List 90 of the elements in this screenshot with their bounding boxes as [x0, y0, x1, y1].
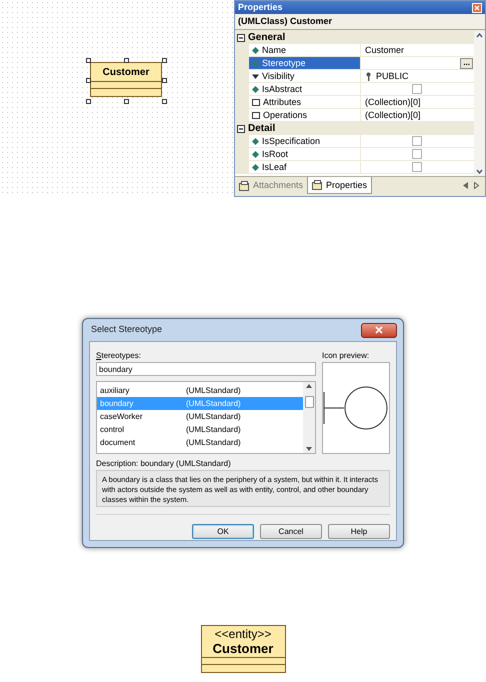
item-name: document — [100, 436, 136, 448]
list-item[interactable]: document (UMLStandard) — [97, 436, 303, 449]
property-value: (Collection)[0] — [364, 96, 421, 108]
property-name: Visibility — [262, 70, 294, 82]
panel-tab[interactable]: Properties — [307, 177, 372, 194]
object-header: (UMLClass) Customer — [235, 14, 485, 30]
tab-right-icon[interactable] — [474, 182, 479, 189]
property-row[interactable]: IsRoot — [235, 148, 474, 161]
scroll-up-icon[interactable] — [475, 31, 484, 40]
resize-handle[interactable] — [162, 99, 167, 104]
stereotype-list[interactable]: auxiliary (UMLStandard) boundary (UMLStandard) caseWorker (UMLStandard) control (UMLStandard) document (UMLStandard) — [96, 381, 316, 454]
triangle-icon — [252, 72, 259, 80]
checkbox[interactable] — [412, 162, 422, 172]
class-name: Customer — [212, 641, 274, 656]
scroll-down-icon[interactable] — [306, 447, 312, 451]
list-item[interactable]: control (UMLStandard) — [97, 423, 303, 436]
key-icon — [365, 72, 372, 80]
property-name: Operations — [263, 108, 308, 122]
item-source: (UMLStandard) — [186, 384, 241, 396]
property-row[interactable]: Visibility PUBLIC — [235, 70, 474, 83]
property-row[interactable]: IsAbstract — [235, 83, 474, 96]
item-name: auxiliary — [100, 384, 130, 396]
category-label: Detail — [248, 122, 276, 135]
square-icon — [252, 112, 260, 118]
property-row[interactable]: Name Customer — [235, 44, 474, 57]
property-name: IsAbstract — [262, 82, 302, 96]
dialog-title: Select Stereotype — [91, 323, 162, 336]
scrollbar[interactable] — [474, 31, 485, 176]
panel-title: Properties — [238, 1, 283, 14]
property-name: Name — [262, 44, 286, 56]
resize-handle[interactable] — [162, 78, 167, 83]
property-row[interactable]: Attributes (Collection)[0] — [235, 96, 474, 109]
property-row[interactable]: Operations (Collection)[0] — [235, 109, 474, 122]
dialog-button[interactable]: Help — [328, 524, 390, 539]
resize-handle[interactable] — [86, 78, 91, 83]
property-value: PUBLIC — [376, 70, 409, 82]
checkbox[interactable] — [412, 136, 422, 146]
item-source: (UMLStandard) — [186, 424, 241, 436]
resize-handle[interactable] — [124, 99, 129, 104]
item-source: (UMLStandard) — [186, 436, 241, 448]
property-row[interactable]: Stereotype ... — [235, 57, 474, 70]
property-name: IsLeaf — [262, 160, 287, 174]
category-row[interactable]: Detail — [235, 122, 474, 135]
property-row[interactable]: IsLeaf — [235, 161, 474, 174]
category-label: General — [248, 31, 286, 44]
resize-handle[interactable] — [86, 58, 91, 63]
list-item[interactable]: caseWorker (UMLStandard) — [97, 410, 303, 423]
resize-handle[interactable] — [162, 58, 167, 63]
square-icon — [252, 98, 260, 106]
property-row[interactable]: IsSpecification — [235, 135, 474, 148]
stereotype-input[interactable]: boundary — [96, 362, 316, 376]
item-name: boundary — [100, 398, 134, 410]
checkbox[interactable] — [412, 149, 422, 159]
stereotypes-label: Stereotypes: — [96, 350, 142, 362]
close-button[interactable] — [361, 322, 397, 338]
category-row[interactable]: General — [235, 31, 474, 44]
item-source: (UMLStandard) — [186, 398, 241, 410]
tab-icon — [239, 180, 250, 190]
resize-handle[interactable] — [86, 99, 91, 104]
scroll-up-icon[interactable] — [306, 384, 312, 388]
checkbox[interactable] — [412, 84, 422, 94]
collapse-icon[interactable] — [237, 34, 245, 42]
class-stereotype: <<entity>> — [214, 627, 272, 641]
dialog-button[interactable]: OK — [192, 524, 254, 539]
panel-tab[interactable]: Attachments — [235, 177, 308, 194]
scroll-thumb[interactable] — [304, 396, 314, 408]
scroll-down-icon[interactable] — [475, 167, 484, 176]
property-name: IsSpecification — [262, 134, 320, 148]
property-value: Customer — [364, 44, 404, 56]
diamond-icon — [252, 86, 259, 92]
collapse-icon[interactable] — [237, 124, 245, 132]
scrollbar[interactable] — [303, 382, 315, 453]
close-icon[interactable] — [375, 326, 383, 334]
boundary-icon — [323, 386, 389, 430]
property-value: (Collection)[0] — [364, 108, 421, 122]
property-name: IsRoot — [262, 148, 288, 160]
resize-handle[interactable] — [124, 58, 129, 63]
property-name: Stereotype — [262, 56, 306, 70]
tab-icon — [312, 180, 324, 190]
dialog-button[interactable]: Cancel — [260, 524, 322, 539]
class-shape[interactable]: Customer — [90, 62, 162, 97]
list-item[interactable]: auxiliary (UMLStandard) — [97, 384, 303, 397]
preview-label: Icon preview: — [322, 350, 370, 362]
item-source: (UMLStandard) — [186, 410, 241, 422]
ellipsis-button[interactable]: ... — [460, 58, 473, 68]
item-name: control — [100, 424, 126, 436]
description-label: Description: boundary (UMLStandard) — [96, 458, 232, 470]
item-name: caseWorker — [100, 410, 144, 422]
tab-left-icon[interactable] — [463, 182, 468, 189]
property-name: Attributes — [263, 96, 302, 108]
